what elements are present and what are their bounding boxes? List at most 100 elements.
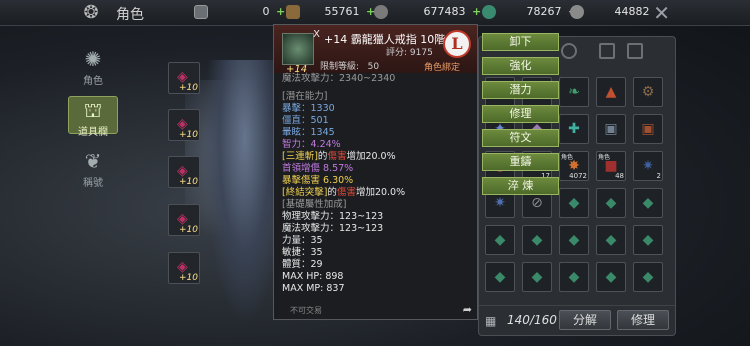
tooltip-stat-line: 物理攻擊力：123~123 xyxy=(282,211,384,222)
stat-fragment: [三連斬] xyxy=(282,151,318,162)
currency-silver: 44882 xyxy=(570,5,650,21)
inventory-slot[interactable]: ◆ xyxy=(485,262,515,292)
item-icon: ◆ xyxy=(568,195,580,211)
inventory-slot[interactable]: ▲ xyxy=(596,77,626,107)
tooltip-stat-line: 首領增傷 8.57% xyxy=(282,163,354,174)
inventory-slot[interactable]: ✸ 角色 4072 xyxy=(559,151,589,181)
inventory-slot[interactable]: ■ 角色 48 xyxy=(596,151,626,181)
tooltip-stat-line: 力量：35 xyxy=(282,235,323,246)
item-icon: ◆ xyxy=(605,232,617,248)
tooltip-stat-line: 僵直：501 xyxy=(282,115,329,126)
tooltip-stat-line: 暴擊：1330 xyxy=(282,103,335,114)
inventory-slot[interactable]: ❧ xyxy=(559,77,589,107)
inventory-slot[interactable]: ▣ xyxy=(633,114,663,144)
equip-slot-body[interactable]: ◈ +10 xyxy=(168,109,200,141)
nav-inventory[interactable]: ⛫ 道具欄 xyxy=(68,96,118,138)
equip-slot-hands[interactable]: ◈ +10 xyxy=(168,156,200,188)
equip-slot-legs[interactable]: ◈ +10 xyxy=(168,204,200,236)
add-coin-button[interactable]: + xyxy=(472,5,481,18)
item-score: 評分: 9175 xyxy=(386,48,433,58)
share-icon[interactable]: ➦ xyxy=(463,303,472,316)
repair-button[interactable]: 修理 xyxy=(482,105,559,123)
unequip-button[interactable]: 卸下 xyxy=(482,33,559,51)
currency-coin: 677483 + xyxy=(374,5,481,21)
coin-icon xyxy=(374,5,388,19)
stat-fragment: 增加20.0% xyxy=(346,151,396,162)
stat-fragment: [終結突擊] xyxy=(282,187,328,198)
inventory-slot[interactable]: ◆ xyxy=(633,188,663,218)
ring-icon: X +14 xyxy=(282,29,320,75)
inventory-slot[interactable]: ◆ xyxy=(596,225,626,255)
bound-label: 角色綁定 xyxy=(424,63,461,73)
item-tooltip: X +14 +14 霸龍獵人戒指 10階 評分: 9175 限制等級: 50 L… xyxy=(273,24,478,320)
item-icon: ◆ xyxy=(642,269,654,285)
dragon-emblem-icon[interactable]: ❂ xyxy=(78,2,104,24)
item-icon: ◆ xyxy=(605,195,617,211)
item-icon: ⚙ xyxy=(641,84,655,100)
trade-status: 不可交易 xyxy=(290,306,322,315)
inventory-slot[interactable]: ◆ xyxy=(596,262,626,292)
item-icon: ▲ xyxy=(605,84,617,100)
inventory-slot[interactable]: ◆ xyxy=(522,225,552,255)
equip-slot-head[interactable]: ◈ +10 xyxy=(168,62,200,94)
tab-equip-icon[interactable] xyxy=(599,43,615,59)
reforge-button[interactable]: 重鑄 xyxy=(482,153,559,171)
item-tag: 角色 xyxy=(561,154,574,161)
inventory-slot[interactable]: ◆ xyxy=(596,188,626,218)
wing-icon: ❦ xyxy=(84,149,102,173)
item-icon: ▣ xyxy=(604,121,618,137)
inventory-footer: ▦ 140/160 分解 修理 xyxy=(479,305,675,335)
required-level: 限制等級: 50 xyxy=(320,62,380,72)
inventory-slot[interactable]: ◆ xyxy=(522,262,552,292)
tooltip-stat-line: [終結突擊]的傷害增加20.0% xyxy=(282,187,472,199)
tooltip-stat-line: 暴擊傷害 6.30% xyxy=(282,175,354,186)
inventory-slot[interactable]: ◆ xyxy=(485,225,515,255)
card-icon xyxy=(194,5,208,19)
inventory-slot[interactable]: ◆ xyxy=(559,225,589,255)
rune-button[interactable]: 符文 xyxy=(482,129,559,147)
scroll-icon xyxy=(286,5,300,19)
emblem-icon: ✺ xyxy=(84,47,102,71)
top-bar: ❂ 角色 0 + 55761 + 677483 + 78267 + 44882 … xyxy=(0,0,750,26)
repair-all-button[interactable]: 修理 xyxy=(617,310,669,330)
enhance-button[interactable]: 強化 xyxy=(482,57,559,75)
inventory-count: 140/160 xyxy=(507,313,557,327)
item-icon: ❧ xyxy=(568,84,580,100)
decompose-button[interactable]: 分解 xyxy=(559,310,611,330)
inventory-slot[interactable]: ✷ 2 xyxy=(633,151,663,181)
tooltip-stat-line: 魔法攻擊力：123~123 xyxy=(282,223,384,234)
inventory-slot[interactable]: ⚙ xyxy=(633,77,663,107)
item-icon: ◆ xyxy=(605,269,617,285)
nav-title[interactable]: ❦ 稱號 xyxy=(68,149,118,189)
inventory-slot[interactable]: ◆ xyxy=(633,225,663,255)
grid-icon[interactable]: ▦ xyxy=(485,314,499,328)
item-icon: ◆ xyxy=(568,269,580,285)
tab-all-icon[interactable] xyxy=(561,43,577,59)
item-count: 2 xyxy=(656,172,661,180)
inventory-slot[interactable]: ◆ xyxy=(633,262,663,292)
tab-consumable-icon[interactable] xyxy=(627,43,643,59)
add-card-button[interactable]: + xyxy=(276,5,285,18)
nav-character[interactable]: ✺ 角色 xyxy=(68,47,118,87)
inventory-slot[interactable]: ▣ xyxy=(596,114,626,144)
tooltip-stat-line: 魔法攻擊力：2340~2340 xyxy=(282,73,396,84)
tooltip-stat-line: 暈眩：1345 xyxy=(282,127,335,138)
currency-gem: 78267 + xyxy=(482,5,577,21)
equip-slot-feet[interactable]: ◈ +10 xyxy=(168,252,200,284)
inventory-slot[interactable]: ◆ xyxy=(559,262,589,292)
grade-badge: L xyxy=(443,30,471,58)
currency-scroll: 55761 + xyxy=(286,5,375,21)
potential-button[interactable]: 潛力 xyxy=(482,81,559,99)
inventory-slot[interactable]: ◆ xyxy=(559,188,589,218)
inventory-slot[interactable]: ✚ xyxy=(559,114,589,144)
item-icon: ▣ xyxy=(641,121,655,137)
temper-button[interactable]: 淬 煉 xyxy=(482,177,559,195)
tooltip-stat-line: 體質：29 xyxy=(282,259,323,270)
close-icon[interactable]: ✕ xyxy=(653,2,670,24)
tooltip-stat-line: 智力：4.24% xyxy=(282,139,341,150)
tooltip-stats: 魔法攻擊力：2340~2340 [潛在能力] 暴擊：1330 僵直：501 暈眩：134… xyxy=(282,73,472,295)
tooltip-stat-line: MAX HP: 898 xyxy=(282,271,344,282)
tooltip-stat-line: [基礎屬性加成] xyxy=(282,199,347,210)
page-title: 角色 xyxy=(116,7,144,23)
item-icon: ◆ xyxy=(494,269,506,285)
